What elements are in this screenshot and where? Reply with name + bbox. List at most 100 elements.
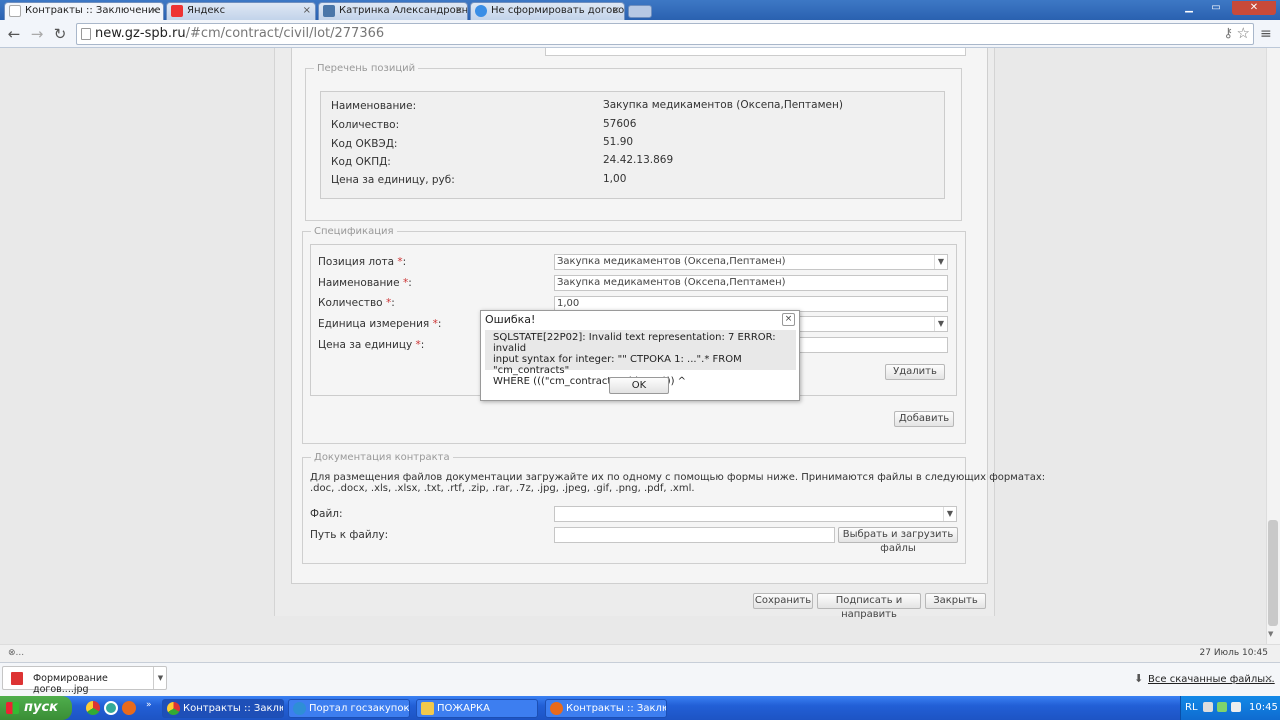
tab-label: Катринка Александровна [339,5,468,16]
delete-button[interactable]: Удалить [885,364,945,380]
volume-icon[interactable] [1231,702,1241,712]
language-indicator[interactable]: RL [1185,696,1198,720]
download-arrow-icon: ⬇ [1134,672,1144,685]
error-dialog: Ошибка! × SQLSTATE[22P02]: Invalid text … [480,310,800,401]
positions-name-value: Закупка медикаментов (Оксепа,Пептамен) [603,99,843,111]
required-mark: * [402,277,409,289]
required-mark: * [397,256,403,268]
scrollbar-thumb[interactable] [1268,520,1278,626]
address-bar[interactable]: new.gz-spb.ru/#cm/contract/civil/lot/277… [76,23,1254,45]
ok-button[interactable]: OK [609,377,669,394]
all-downloads-link[interactable]: Все скачанные файлы... [1148,674,1275,685]
spec-unit-label: Единица измерения *: [318,318,442,330]
taskbar-item-folder[interactable]: ПОЖАРКА [416,699,538,718]
status-datetime: 27 Июль 10:45 [1199,648,1268,658]
start-label: пуск [24,700,58,715]
expand-icon[interactable]: » [146,700,152,710]
spec-position-select[interactable]: Закупка медикаментов (Оксепа,Пептамен) ▼ [554,254,948,270]
previous-field [545,48,966,56]
taskbar-item-contracts[interactable]: Контракты :: Заклю... [162,699,284,718]
taskbar-item-label: Контракты :: Заклю... [566,703,666,714]
back-icon[interactable]: ← [4,24,24,44]
add-button[interactable]: Добавить [894,411,954,427]
site-icon [9,5,21,17]
close-icon[interactable]: × [151,3,159,19]
close-icon[interactable]: × [612,3,620,19]
image-file-icon [11,672,23,685]
spec-legend: Спецификация [314,226,394,237]
maximize-icon[interactable]: ▭ [1203,1,1229,15]
firefox-icon[interactable] [122,701,136,715]
docs-path-input[interactable] [554,527,835,543]
network-icon[interactable] [1217,702,1227,712]
download-filename: Формирование догов....jpg [33,673,108,695]
required-mark: * [415,339,421,351]
taskbar-item-contracts-2[interactable]: Контракты :: Заклю... [545,699,667,718]
positions-okpd-value: 24.42.13.869 [603,154,674,166]
tray-icon[interactable] [1203,702,1213,712]
yandex-icon [171,5,183,17]
close-button[interactable]: Закрыть [925,593,986,609]
close-icon[interactable]: × [303,3,311,19]
docs-file-select[interactable]: ▼ [554,506,957,522]
tab-vk[interactable]: Катринка Александровна × [318,2,468,20]
page-icon [81,28,91,40]
key-icon[interactable]: ⚷ [1223,26,1233,41]
chevron-down-icon[interactable]: ▼ [934,317,947,331]
chrome-icon[interactable] [86,701,100,715]
taskbar-item-portal[interactable]: Портал госзакупок -... [288,699,410,718]
taskbar-item-label: Портал госзакупок -... [309,703,410,714]
taskbar-item-label: Контракты :: Заклю... [183,703,283,714]
browse-upload-button[interactable]: Выбрать и загрузить файлы [838,527,958,554]
positions-okved-value: 51.90 [603,136,634,148]
sign-send-button[interactable]: Подписать и направить [817,593,921,620]
ie-icon [293,702,306,715]
new-tab-button[interactable] [628,5,652,18]
tab-label: Не сформировать договор [491,5,625,16]
window-close-icon[interactable]: ✕ [1232,1,1276,15]
spec-qty-value: 1,00 [557,298,580,309]
spec-name-input[interactable]: Закупка медикаментов (Оксепа,Пептамен) [554,275,948,291]
spec-name-value: Закупка медикаментов (Оксепа,Пептамен) [557,277,786,288]
positions-okved-label: Код ОКВЭД: [331,138,398,150]
positions-price-value: 1,00 [603,173,627,185]
dialog-message-line: input syntax for integer: "" СТРОКА 1: .… [493,354,742,376]
forward-icon[interactable]: → [27,24,47,44]
tab-support[interactable]: Не сформировать договор × [470,2,625,20]
reload-icon[interactable]: ↻ [50,24,70,44]
start-button[interactable]: пуск [0,696,72,720]
system-tray: RL 10:45 [1180,696,1280,720]
scroll-down-icon[interactable]: ▼ [1268,630,1273,638]
chevron-down-icon[interactable]: ▼ [943,507,956,521]
minimize-icon[interactable]: ▁ [1176,1,1202,15]
positions-price-label: Цена за единицу, руб: [331,174,455,186]
downloads-bar [0,662,1280,696]
menu-icon[interactable]: ≡ [1260,26,1272,42]
positions-qty-label: Количество: [331,119,400,131]
tab-yandex[interactable]: Яндекс × [166,2,316,20]
close-icon[interactable]: × [782,313,795,326]
spec-name-label: Наименование *: [318,277,412,289]
globe-icon [475,5,487,17]
tab-label: Яндекс [187,5,226,16]
status-bar: ⊗... 27 Июль 10:45 [0,644,1280,662]
docs-note-line2: .doc, .docx, .xls, .xlsx, .txt, .rtf, .z… [310,483,695,494]
positions-legend: Перечень позиций [317,63,416,74]
folder-icon [421,702,434,715]
tab-label: Контракты :: Заключение [25,5,161,16]
star-icon[interactable]: ☆ [1237,24,1250,42]
taskbar-item-label: ПОЖАРКА [437,703,490,714]
chevron-down-icon[interactable]: ▼ [153,667,167,689]
close-icon[interactable]: × [455,3,463,19]
tab-contracts[interactable]: Контракты :: Заключение × [4,2,164,20]
chevron-down-icon[interactable]: ▼ [934,255,947,269]
spec-price-label: Цена за единицу *: [318,339,425,351]
docs-file-label: Файл: [310,508,343,520]
save-button[interactable]: Сохранить [753,593,813,609]
close-icon[interactable]: × [1264,672,1273,685]
dialog-message: SQLSTATE[22P02]: Invalid text representa… [485,330,796,387]
positions-qty-value: 57606 [603,118,637,130]
browser-quicklaunch-icon[interactable] [104,701,118,715]
download-item[interactable]: Формирование догов....jpg ▼ [2,666,167,695]
spec-qty-label: Количество *: [318,297,395,309]
